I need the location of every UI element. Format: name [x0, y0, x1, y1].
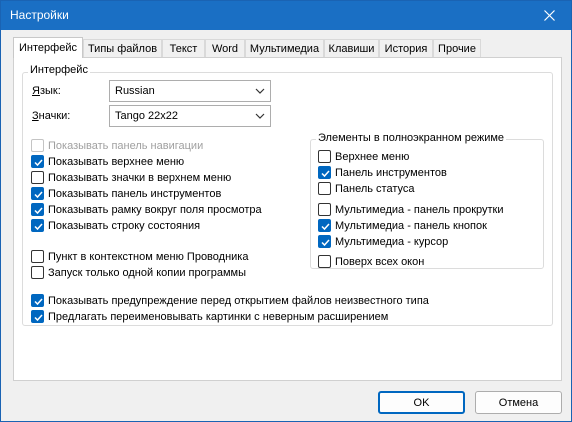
chevron-down-icon: [255, 88, 265, 94]
checkbox-label: Поверх всех окон: [335, 255, 425, 268]
checkbox-fullscreen-items-2[interactable]: Панель статуса: [318, 181, 415, 196]
fullscreen-group-title: Элементы в полноэкранном режиме: [316, 132, 507, 144]
checkbox-checked-icon: [31, 310, 44, 323]
checkbox-unchecked-icon: [318, 150, 331, 163]
checkbox-label: Показывать панель инструментов: [48, 187, 222, 200]
icons-select[interactable]: Tango 22x22: [109, 105, 271, 127]
checkbox-checked-icon: [31, 219, 44, 232]
title-bar: Настройки: [1, 1, 571, 30]
tab-keys[interactable]: Клавиши: [324, 39, 379, 58]
tab-panel-interface: Интерфейс Язык: Russian Значки: Tango 22…: [13, 57, 562, 381]
checkbox-fullscreen-items-6[interactable]: Поверх всех окон: [318, 254, 424, 269]
checkbox-label: Показывать строку состояния: [48, 219, 201, 232]
checkbox-label: Показывать предупреждение перед открытие…: [48, 294, 429, 307]
tab-text[interactable]: Текст: [162, 39, 205, 58]
tab-other[interactable]: Прочие: [433, 39, 481, 58]
checkbox-extra_checks-1[interactable]: Запуск только одной копии программы: [31, 265, 246, 280]
checkbox-unchecked-icon: [318, 203, 331, 216]
checkbox-unchecked-icon: [318, 182, 331, 195]
tab-multimedia[interactable]: Мультимедиа: [245, 39, 324, 58]
checkbox-bottom_checks-1[interactable]: Предлагать переименовывать картинки с не…: [31, 309, 388, 324]
close-button[interactable]: [527, 1, 571, 30]
checkbox-label: Мультимедиа - панель прокрутки: [335, 203, 504, 216]
checkbox-label: Показывать верхнее меню: [48, 155, 185, 168]
checkbox-bottom_checks-0[interactable]: Показывать предупреждение перед открытие…: [31, 293, 429, 308]
checkbox-checked-icon: [31, 155, 44, 168]
checkbox-label: Панель статуса: [335, 182, 415, 195]
checkbox-extra_checks-0[interactable]: Пункт в контекстном меню Проводника: [31, 249, 248, 264]
checkbox-label: Пункт в контекстном меню Проводника: [48, 250, 249, 263]
checkbox-label: Мультимедиа - панель кнопок: [335, 219, 487, 232]
checkbox-label: Панель инструментов: [335, 166, 447, 179]
tab-history[interactable]: История: [379, 39, 433, 58]
checkbox-left_checks-3[interactable]: Показывать панель инструментов: [31, 186, 221, 201]
tab-bar: Интерфейс Типы файлов Текст Word Мультим…: [13, 37, 561, 58]
close-icon: [543, 10, 555, 21]
checkbox-checked-icon: [318, 235, 331, 248]
checkbox-left_checks-4[interactable]: Показывать рамку вокруг поля просмотра: [31, 202, 262, 217]
checkbox-checked-icon: [31, 203, 44, 216]
checkbox-left_checks-1[interactable]: Показывать верхнее меню: [31, 154, 184, 169]
checkbox-label: Предлагать переименовывать картинки с не…: [48, 310, 389, 323]
language-select[interactable]: Russian: [109, 80, 271, 102]
checkbox-fullscreen-items-4[interactable]: Мультимедиа - панель кнопок: [318, 218, 487, 233]
checkbox-checked-icon: [31, 187, 44, 200]
checkbox-unchecked-icon: [31, 171, 44, 184]
checkbox-checked-icon: [318, 166, 331, 179]
checkbox-unchecked-icon: [318, 255, 331, 268]
checkbox-fullscreen-items-5[interactable]: Мультимедиа - курсор: [318, 234, 448, 249]
checkbox-unchecked-icon: [31, 266, 44, 279]
language-label: Язык:: [32, 85, 61, 97]
checkbox-label: Мультимедиа - курсор: [335, 235, 449, 248]
checkbox-left_checks-5[interactable]: Показывать строку состояния: [31, 218, 200, 233]
interface-group-title: Интерфейс: [28, 64, 90, 76]
checkbox-fullscreen-items-0[interactable]: Верхнее меню: [318, 149, 409, 164]
window-title: Настройки: [10, 8, 69, 22]
checkbox-label: Запуск только одной копии программы: [48, 266, 247, 279]
icons-label: Значки:: [32, 110, 71, 122]
tab-file-types[interactable]: Типы файлов: [83, 39, 162, 58]
checkbox-fullscreen-items-1[interactable]: Панель инструментов: [318, 165, 447, 180]
checkbox-checked-icon: [318, 219, 331, 232]
checkbox-checked-icon: [31, 294, 44, 307]
checkbox-label: Верхнее меню: [335, 150, 410, 163]
checkbox-unchecked-icon: [31, 139, 44, 152]
checkbox-left_checks-2[interactable]: Показывать значки в верхнем меню: [31, 170, 231, 185]
checkbox-left_checks-0: Показывать панель навигации: [31, 138, 203, 153]
checkbox-unchecked-icon: [31, 250, 44, 263]
checkbox-label: Показывать значки в верхнем меню: [48, 171, 232, 184]
settings-dialog: Настройки Интерфейс Типы файлов Текст Wo…: [0, 0, 572, 422]
ok-button[interactable]: OK: [378, 391, 465, 414]
checkbox-label: Показывать рамку вокруг поля просмотра: [48, 203, 262, 216]
tab-interface[interactable]: Интерфейс: [13, 37, 83, 58]
checkbox-label: Показывать панель навигации: [48, 139, 204, 152]
chevron-down-icon: [255, 113, 265, 119]
checkbox-fullscreen-items-3[interactable]: Мультимедиа - панель прокрутки: [318, 202, 504, 217]
tab-word[interactable]: Word: [205, 39, 245, 58]
cancel-button[interactable]: Отмена: [475, 391, 562, 414]
